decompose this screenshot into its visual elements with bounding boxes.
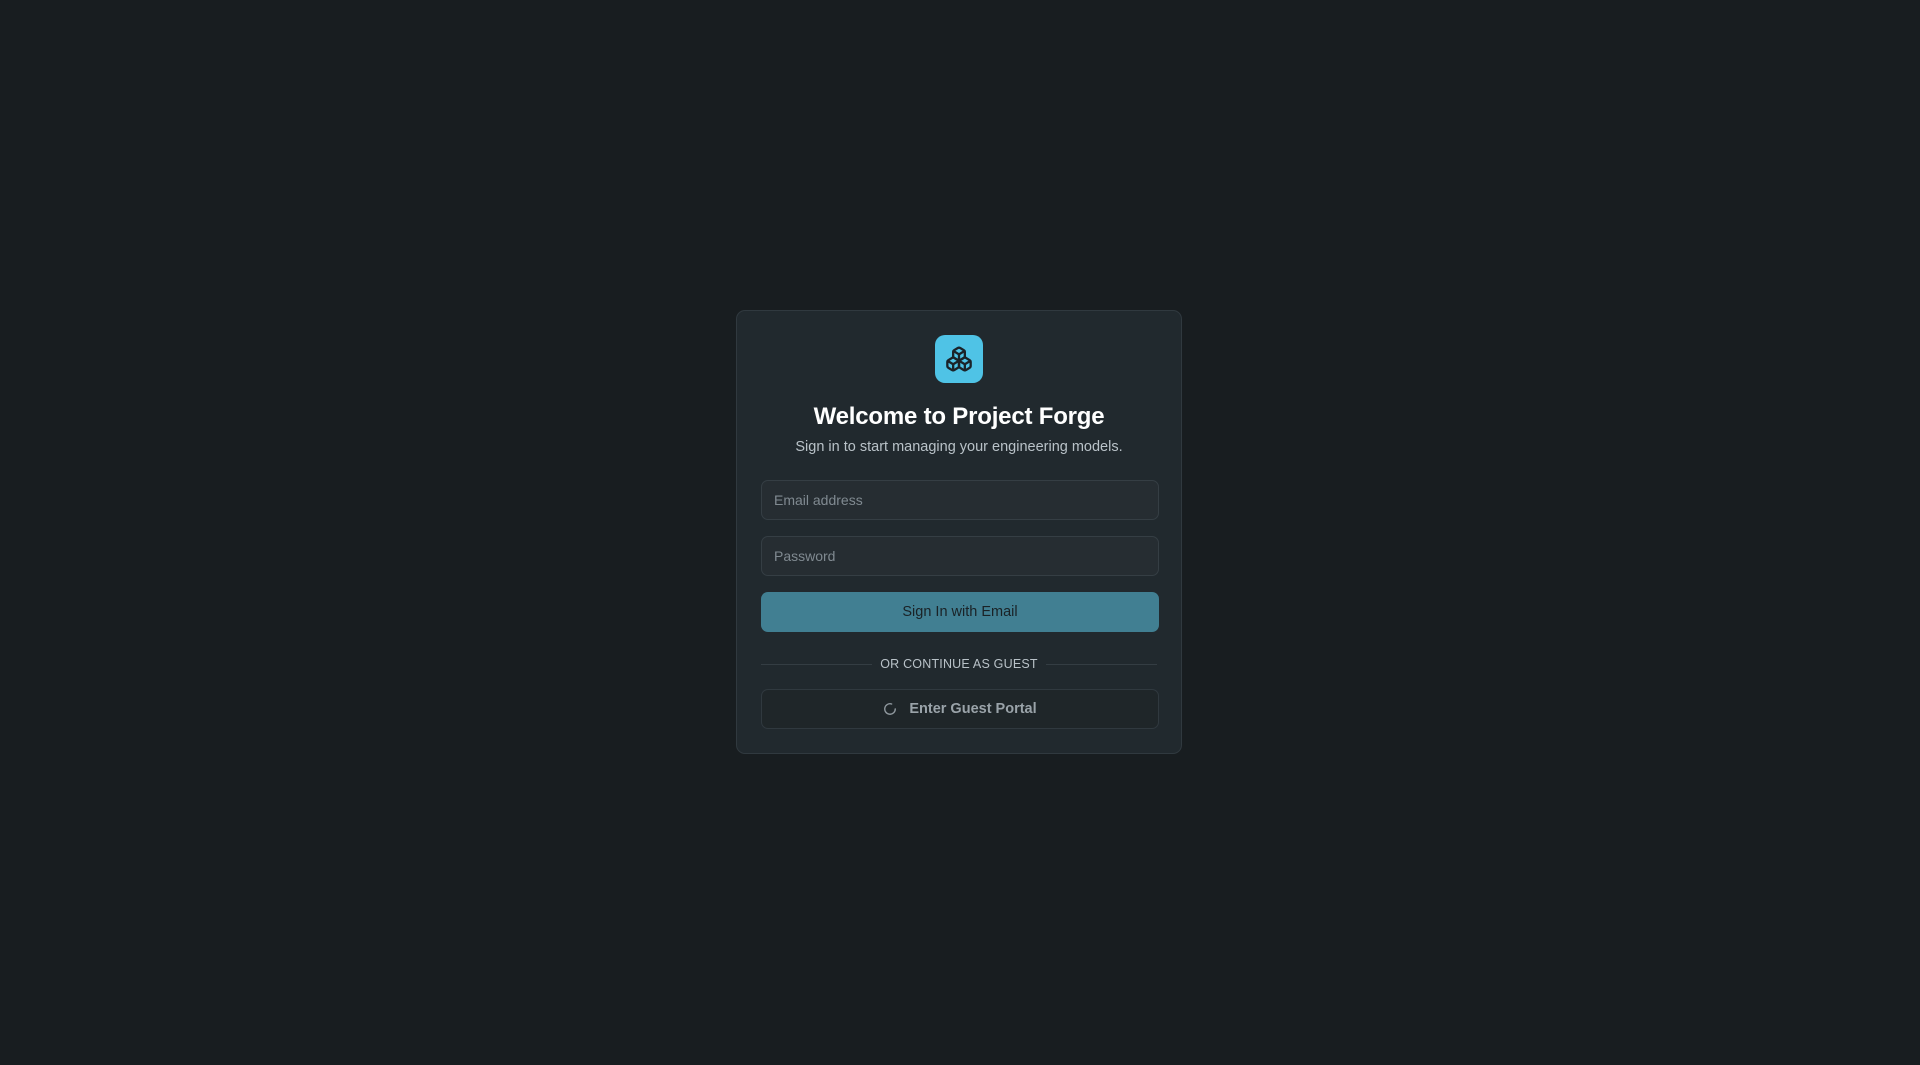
password-field[interactable] — [761, 536, 1159, 576]
login-card: Welcome to Project Forge Sign in to star… — [736, 310, 1182, 754]
divider-line-left — [761, 663, 873, 665]
app-logo — [935, 335, 983, 383]
email-field[interactable] — [761, 480, 1159, 520]
divider-line-right — [1045, 663, 1157, 665]
boxes-icon — [946, 346, 972, 372]
guest-portal-label: Enter Guest Portal — [909, 701, 1037, 717]
divider-label: OR CONTINUE AS GUEST — [880, 657, 1038, 671]
page-subtitle: Sign in to start managing your engineeri… — [795, 439, 1123, 455]
login-page: Welcome to Project Forge Sign in to star… — [0, 0, 1920, 1065]
sign-in-button[interactable]: Sign In with Email — [761, 592, 1159, 632]
guest-divider: OR CONTINUE AS GUEST — [761, 656, 1157, 672]
page-title: Welcome to Project Forge — [813, 403, 1105, 430]
loading-spinner-icon — [883, 702, 897, 716]
guest-portal-button[interactable]: Enter Guest Portal — [761, 689, 1159, 729]
